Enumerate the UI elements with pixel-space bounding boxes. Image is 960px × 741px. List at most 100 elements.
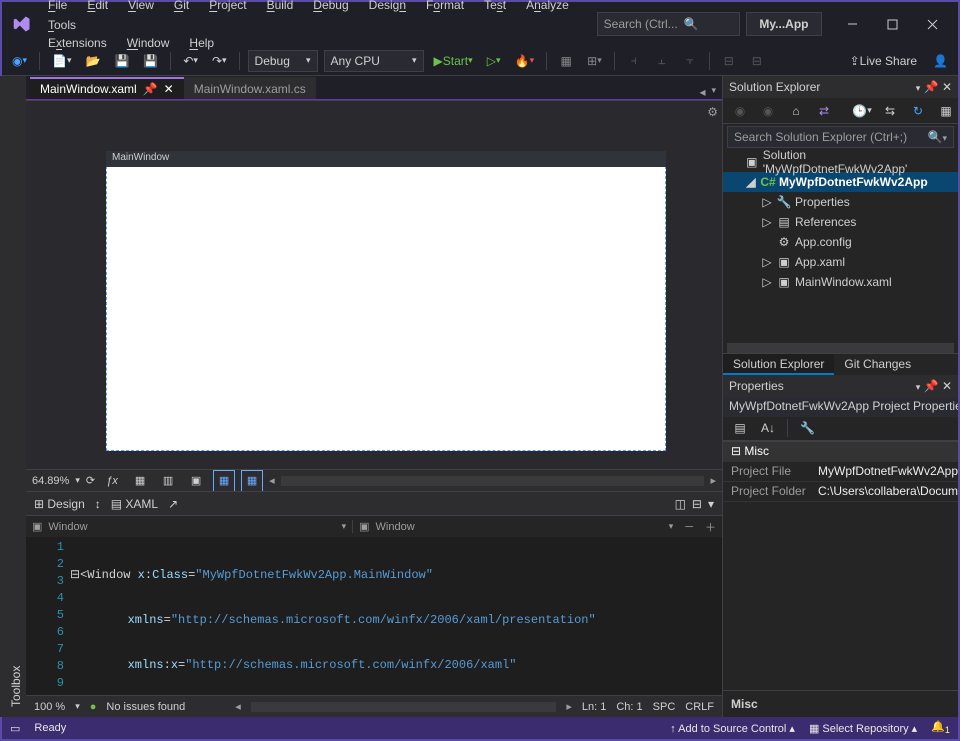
menu-file[interactable]: FFileile xyxy=(39,0,76,14)
split-v-icon[interactable]: ⊟ xyxy=(692,497,702,511)
tb-align-3[interactable]: ⫟ xyxy=(679,50,701,72)
add-icon[interactable]: ＋ xyxy=(699,519,722,535)
tb-icon-1[interactable]: ▦ xyxy=(555,50,577,72)
swap-icon[interactable]: ↕ xyxy=(95,497,101,511)
code-content[interactable]: ⊟<Window x:Class="MyWpfDotnetFwkWv2App.M… xyxy=(70,537,722,695)
tab-git-changes[interactable]: Git Changes xyxy=(834,354,921,375)
minimize-button[interactable] xyxy=(832,10,872,38)
menu-tools[interactable]: Tools xyxy=(39,16,85,34)
fx-icon[interactable]: ƒx xyxy=(101,470,123,492)
se-refresh-icon[interactable]: ↻ xyxy=(907,100,929,122)
props-close-icon[interactable]: ✕ xyxy=(942,379,952,393)
pane-pin-icon[interactable]: 📌 xyxy=(924,80,939,94)
grid-icon[interactable]: ▦ xyxy=(129,470,151,492)
menu-design[interactable]: Design xyxy=(360,0,415,14)
nav-back-button[interactable]: ◉▾ xyxy=(8,50,31,72)
code-h-scroll[interactable] xyxy=(251,702,557,712)
solution-search[interactable]: Search Solution Explorer (Ctrl+;) 🔍▾ xyxy=(727,126,954,148)
doc-tab-mainwindow-cs[interactable]: MainWindow.xaml.cs xyxy=(184,77,316,99)
props-menu-icon[interactable]: ▾ xyxy=(916,382,921,392)
tree-mainwindow[interactable]: ▷▣ MainWindow.xaml xyxy=(723,272,958,292)
xaml-nav-right[interactable]: ▣ Window▾ xyxy=(352,520,679,533)
menu-format[interactable]: Format xyxy=(417,0,473,14)
gear-icon[interactable]: ⚙ xyxy=(707,105,718,119)
prop-project-folder[interactable]: Project FolderC:\Users\collabera\Documen… xyxy=(723,482,958,502)
properties-subject[interactable]: MyWpfDotnetFwkWv2App Project Properties xyxy=(723,397,958,417)
undo-button[interactable]: ↶▾ xyxy=(179,50,202,72)
save-button[interactable]: 💾 xyxy=(110,50,133,72)
zoom-pct[interactable]: 100 % xyxy=(34,701,65,713)
new-file-button[interactable]: 📄▾ xyxy=(48,50,75,72)
zoom-level[interactable]: 64.89% xyxy=(32,475,69,487)
grid2-icon[interactable]: ▥ xyxy=(157,470,179,492)
tab-solution-explorer[interactable]: Solution Explorer xyxy=(723,354,834,375)
menu-build[interactable]: Build xyxy=(258,0,303,14)
popout-icon[interactable]: ↗ xyxy=(168,497,178,511)
prop-wrench-icon[interactable]: 🔧 xyxy=(796,417,819,439)
search-box[interactable]: Search (Ctrl... 🔍 xyxy=(597,12,740,36)
rail-doc-outline[interactable]: Document Outline xyxy=(0,76,4,717)
tree-solution[interactable]: ▣ Solution 'MyWpfDotnetFwkWv2App' xyxy=(723,152,958,172)
notifications-icon[interactable]: 🔔1 xyxy=(931,720,950,735)
split-icon[interactable]: ─ xyxy=(679,521,699,533)
tb-icon-2[interactable]: ⊞▾ xyxy=(583,50,606,72)
xaml-designer[interactable]: ⚙ MainWindow xyxy=(26,100,722,469)
tree-appxaml[interactable]: ▷▣ App.xaml xyxy=(723,252,958,272)
live-share-button[interactable]: ⇪ Live Share xyxy=(846,50,921,72)
snap-icon[interactable]: ▣ xyxy=(185,470,207,492)
pin-icon[interactable]: 📌 xyxy=(143,82,158,96)
se-showall-icon[interactable]: ▦ xyxy=(935,100,957,122)
tb-dist-1[interactable]: ⊟ xyxy=(718,50,740,72)
ln[interactable]: Ln: 1 xyxy=(582,701,606,713)
az-icon[interactable]: A↓ xyxy=(757,417,779,439)
redo-button[interactable]: ↷▾ xyxy=(208,50,231,72)
start-button[interactable]: ▶ Start ▾ xyxy=(430,50,477,72)
snap2-icon[interactable]: ▦ xyxy=(213,470,235,492)
solution-name-box[interactable]: My...App xyxy=(746,12,822,36)
eol[interactable]: CRLF xyxy=(685,701,714,713)
issues-text[interactable]: No issues found xyxy=(106,701,185,713)
menu-test[interactable]: Test xyxy=(475,0,515,14)
xaml-nav-left[interactable]: ▣ Window▾ xyxy=(26,520,352,533)
tab-design[interactable]: ⊞ Design xyxy=(34,497,85,511)
pane-close-icon[interactable]: ✕ xyxy=(942,80,952,94)
platform-combo[interactable]: Any CPU▾ xyxy=(324,50,424,72)
doc-nav-left[interactable]: ◂ xyxy=(699,85,705,99)
doc-nav-dd[interactable]: ▾ xyxy=(711,85,716,99)
menu-debug[interactable]: Debug xyxy=(304,0,357,14)
split-h-icon[interactable]: ◫ xyxy=(675,497,686,511)
tb-dist-2[interactable]: ⊟ xyxy=(746,50,768,72)
config-combo[interactable]: Debug▾ xyxy=(248,50,318,72)
pane-menu-icon[interactable]: ▾ xyxy=(916,83,921,93)
se-back[interactable]: ◉ xyxy=(729,100,751,122)
tb-align-1[interactable]: ⫞ xyxy=(623,50,645,72)
designer-h-scroll[interactable] xyxy=(281,476,705,486)
open-button[interactable]: 📂 xyxy=(82,50,105,72)
menu-edit[interactable]: Edit xyxy=(78,0,117,14)
hot-reload-button[interactable]: 🔥▾ xyxy=(511,50,538,72)
se-sync-icon[interactable]: 🕒▾ xyxy=(851,100,873,122)
design-canvas[interactable]: MainWindow xyxy=(106,151,666,451)
tab-xaml[interactable]: ▤ XAML xyxy=(111,497,158,511)
add-source-control[interactable]: ↑ Add to Source Control ▴ xyxy=(670,722,795,735)
menu-project[interactable]: Project xyxy=(200,0,255,14)
maximize-button[interactable] xyxy=(872,10,912,38)
se-home-icon[interactable]: ⌂ xyxy=(785,100,807,122)
spc[interactable]: SPC xyxy=(653,701,676,713)
close-button[interactable] xyxy=(912,10,952,38)
se-collapse-icon[interactable]: ⇆ xyxy=(879,100,901,122)
ch[interactable]: Ch: 1 xyxy=(616,701,642,713)
tree-project[interactable]: ◢C# MyWpfDotnetFwkWv2App xyxy=(723,172,958,192)
se-h-scroll[interactable] xyxy=(727,343,954,353)
save-all-button[interactable]: 💾 xyxy=(139,50,162,72)
start-without-debug-button[interactable]: ▷▾ xyxy=(483,50,505,72)
cat-icon[interactable]: ▤ xyxy=(729,417,751,439)
collapse-icon[interactable]: ▾ xyxy=(708,497,714,511)
menu-git[interactable]: Git xyxy=(165,0,198,14)
menu-analyze[interactable]: Analyze xyxy=(517,0,578,14)
tree-appconfig[interactable]: ⚙ App.config xyxy=(723,232,958,252)
props-pin-icon[interactable]: 📌 xyxy=(924,379,939,393)
output-icon[interactable]: ▭ xyxy=(10,722,20,735)
snap3-icon[interactable]: ▦ xyxy=(241,470,263,492)
se-switch-icon[interactable]: ⇄ xyxy=(813,100,835,122)
